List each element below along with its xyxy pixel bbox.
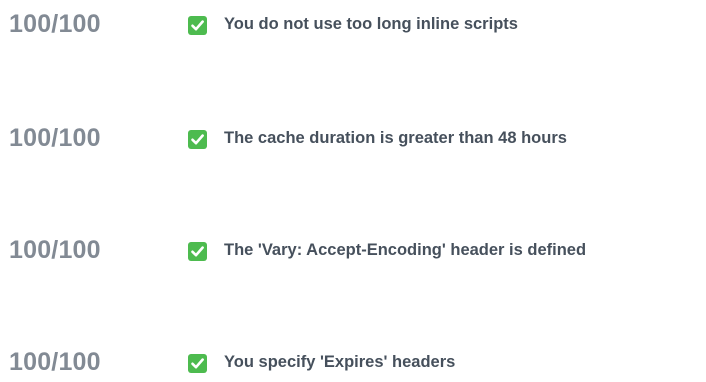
rule-label: You do not use too long inline scripts (224, 15, 518, 33)
rule-score: 100/100 (9, 124, 101, 152)
rule-row: 100/100 The cache duration is greater th… (0, 118, 706, 158)
rule-list: 100/100 You do not use too long inline s… (0, 0, 706, 376)
check-icon (188, 354, 207, 373)
check-icon (188, 242, 207, 261)
rule-score: 100/100 (9, 236, 101, 264)
rule-label: You specify 'Expires' headers (224, 353, 456, 371)
rule-label: The 'Vary: Accept-Encoding' header is de… (224, 241, 587, 259)
rule-row: 100/100 You do not use too long inline s… (0, 4, 706, 44)
rule-row: 100/100 You specify 'Expires' headers (0, 342, 706, 382)
rule-score: 100/100 (9, 348, 101, 376)
check-icon (188, 16, 207, 35)
rule-score: 100/100 (9, 10, 101, 38)
check-icon (188, 130, 207, 149)
rule-label: The cache duration is greater than 48 ho… (224, 129, 567, 147)
rule-row: 100/100 The 'Vary: Accept-Encoding' head… (0, 230, 706, 270)
